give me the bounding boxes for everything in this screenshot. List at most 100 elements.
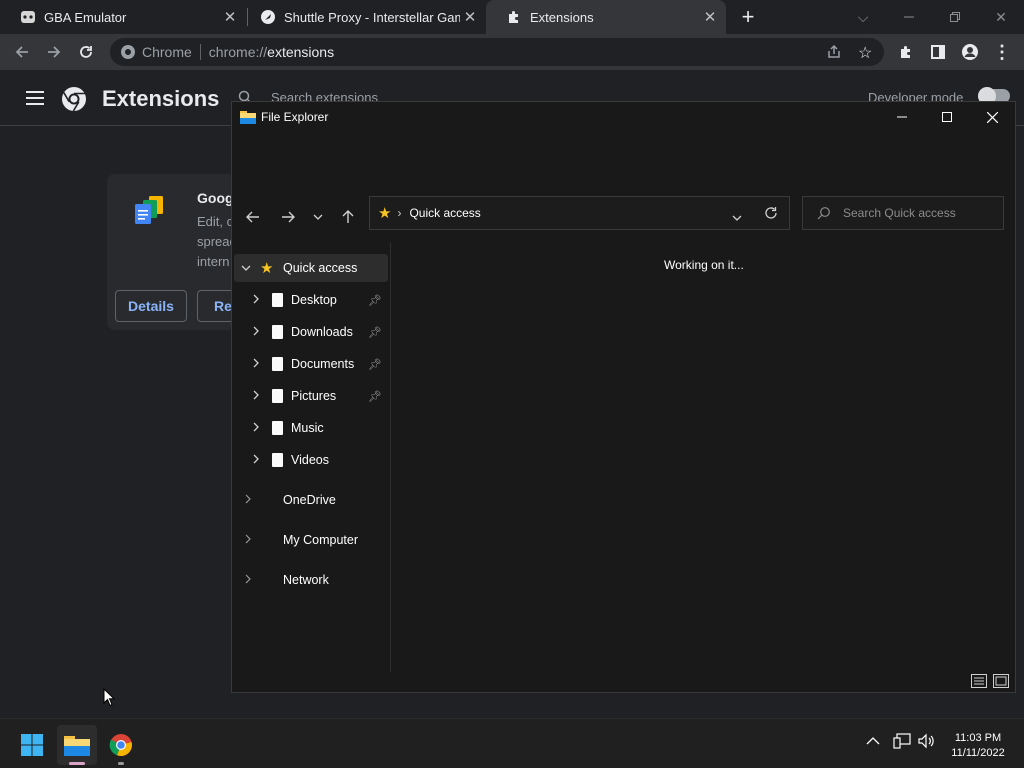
share-icon[interactable] [826,44,842,63]
document-icon [272,389,283,403]
extension-description-line: Edit, c [197,214,234,229]
expand-chevron-right-icon[interactable] [240,494,256,507]
nav-label: Quick access [283,261,358,275]
profile-avatar-icon[interactable] [956,38,984,66]
nav-item-music[interactable]: Music [234,414,388,442]
volume-icon[interactable] [918,733,936,752]
chrome-logo-icon [61,86,87,117]
pin-icon: 📌︎ [368,294,382,307]
network-icon[interactable] [893,733,911,752]
nav-item-network[interactable]: Network [234,566,388,594]
url-host: extensions [267,44,335,60]
nav-item-pictures[interactable]: Pictures 📌︎ [234,382,388,410]
fe-search-box[interactable]: Search Quick access [802,196,1004,230]
side-panel-icon[interactable] [924,38,952,66]
extension-card: Googl Edit, c spread intern Details Re [107,174,247,330]
fe-address-bar[interactable]: ★ › Quick access [369,196,790,230]
tab-title: GBA Emulator [44,9,127,25]
expand-chevron-right-icon[interactable] [240,574,256,587]
chrome-icon[interactable] [101,725,141,765]
up-arrow-icon[interactable] [334,206,362,228]
forward-arrow-icon[interactable] [40,38,68,66]
nav-item-quick-access[interactable]: ★ Quick access [234,254,388,282]
fe-forward-arrow-icon[interactable] [274,206,302,228]
tab-extensions[interactable]: Extensions ✕ [486,0,726,34]
expand-chevron-right-icon[interactable] [248,422,264,435]
tab-close-icon[interactable]: ✕ [220,8,240,26]
hamburger-menu-icon[interactable] [26,90,46,111]
address-location: Quick access [409,206,481,220]
recent-locations-chevron-icon[interactable] [304,206,332,228]
nav-item-documents[interactable]: Documents 📌︎ [234,350,388,378]
extensions-puzzle-icon[interactable] [892,38,920,66]
chrome-label: Chrome [142,44,192,60]
address-bar[interactable]: Chrome chrome:// extensions ☆ [110,38,884,66]
nav-label: Network [283,573,329,587]
tab-close-icon[interactable]: ✕ [700,8,720,26]
details-view-icon[interactable] [971,674,987,688]
nav-label: Downloads [291,325,353,339]
tab-gba-emulator[interactable]: GBA Emulator ✕ [0,0,246,34]
restore-button[interactable] [932,0,978,34]
expand-chevron-right-icon[interactable] [248,454,264,467]
tab-search-chevron-icon[interactable]: ⌵ [840,0,886,34]
nav-item-videos[interactable]: Videos [234,446,388,474]
expand-chevron-right-icon[interactable] [248,390,264,403]
nav-item-desktop[interactable]: Desktop 📌︎ [234,286,388,314]
reload-icon[interactable] [72,38,100,66]
expand-chevron-right-icon[interactable] [248,326,264,339]
loading-status: Working on it... [664,258,744,272]
close-window-button[interactable]: ✕ [978,0,1024,34]
file-explorer-window: File Explorer ★ › Quick access Search Qu… [231,101,1016,693]
nav-label: Pictures [291,389,337,403]
start-icon[interactable] [12,725,52,765]
pin-icon: 📌︎ [368,326,382,339]
star-icon: ★ [378,205,392,222]
document-icon [272,325,283,339]
tab-shuttle-proxy[interactable]: Shuttle Proxy - Interstellar Games ✕ [240,0,486,34]
mouse-cursor-icon [103,687,116,712]
expand-chevron-down-icon[interactable] [238,262,254,274]
breadcrumb-chevron-icon: › [397,206,402,220]
expand-chevron-right-icon[interactable] [240,534,256,547]
nav-label: Videos [291,453,329,467]
puzzle-icon [506,9,522,25]
menu-kebab-icon[interactable]: ⋮ [988,38,1016,66]
omnibox-divider [199,44,201,60]
file-explorer-icon[interactable] [57,725,97,765]
tab-close-icon[interactable]: ✕ [460,8,480,26]
pane-divider[interactable] [390,242,391,672]
nav-label: My Computer [283,533,359,547]
clock-time: 11:03 PM [954,732,1002,744]
window-title: File Explorer [261,110,329,124]
nav-item-my-computer[interactable]: My Computer [234,526,388,554]
navigation-pane: ★ Quick access Desktop 📌︎ Downloads 📌︎ D… [232,242,390,672]
running-app-indicator [118,762,124,765]
document-icon [272,421,283,435]
fe-back-arrow-icon[interactable] [239,206,267,228]
nav-item-downloads[interactable]: Downloads 📌︎ [234,318,388,346]
nav-label: Documents [291,357,355,371]
large-icons-view-icon[interactable] [993,674,1009,688]
details-button[interactable]: Details [115,290,187,322]
new-tab-button[interactable]: + [736,4,760,30]
bookmark-star-icon[interactable]: ☆ [858,43,872,63]
active-app-indicator [69,762,85,765]
refresh-icon[interactable] [764,206,778,223]
back-arrow-icon[interactable] [8,38,36,66]
system-clock[interactable]: 11:03 PM 11/11/2022 [940,731,1016,761]
expand-chevron-right-icon[interactable] [248,358,264,371]
folder-icon [240,110,256,124]
expand-chevron-right-icon[interactable] [248,294,264,307]
minimize-button[interactable] [886,0,932,34]
fe-search-icon [817,206,831,220]
fe-search-placeholder: Search Quick access [843,206,956,220]
google-docs-offline-icon [133,194,167,233]
show-hidden-icons-chevron-icon[interactable] [866,733,880,749]
address-dropdown-chevron-icon[interactable] [732,210,742,224]
taskbar: 11:03 PM 11/11/2022 [0,718,1024,768]
fe-close-button[interactable] [969,102,1015,132]
fe-minimize-button[interactable] [879,102,925,132]
fe-maximize-button[interactable] [924,102,970,132]
nav-item-onedrive[interactable]: OneDrive [234,486,388,514]
